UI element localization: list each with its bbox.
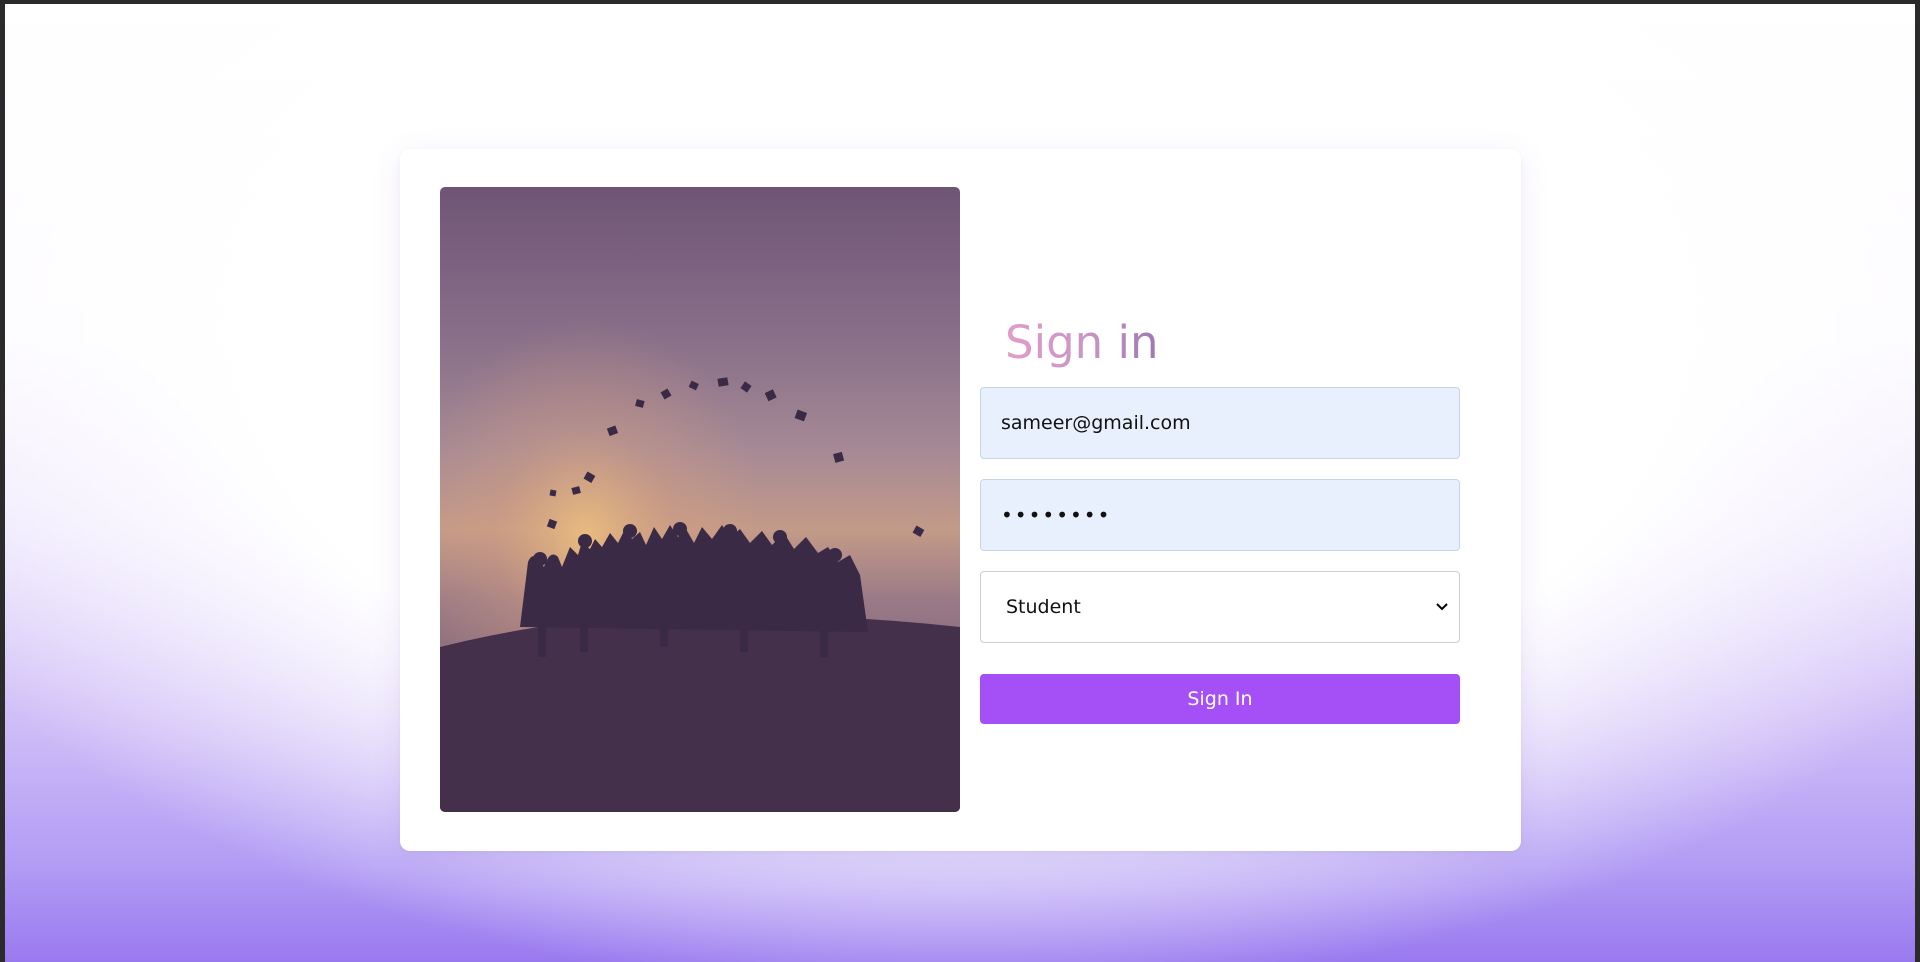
login-card: Sign in sameer@gmail.com •••••••• Studen… <box>400 149 1521 851</box>
login-form: Sign in sameer@gmail.com •••••••• Studen… <box>980 187 1460 812</box>
email-field[interactable]: sameer@gmail.com <box>980 387 1460 459</box>
password-field[interactable]: •••••••• <box>980 479 1460 551</box>
graduation-photo <box>440 187 960 812</box>
page-title: Sign in <box>1005 313 1158 373</box>
role-select-value: Student <box>1006 596 1081 618</box>
chevron-down-icon <box>1435 600 1449 614</box>
page-background: Sign in sameer@gmail.com •••••••• Studen… <box>5 4 1915 962</box>
role-select[interactable]: Student <box>980 571 1460 643</box>
sign-in-button[interactable]: Sign In <box>980 674 1460 724</box>
